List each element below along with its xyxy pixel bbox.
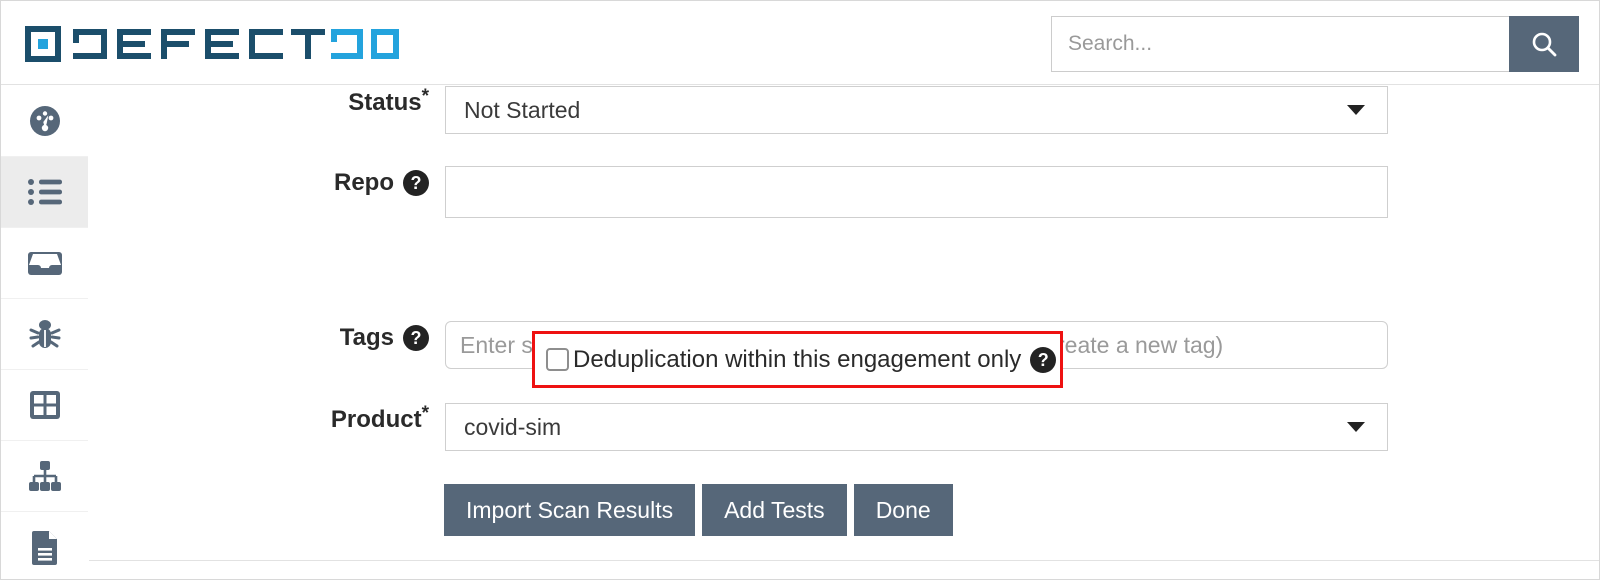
left-sidebar-nav	[1, 86, 88, 579]
sidebar-item-findings[interactable]	[1, 299, 88, 370]
repo-form-row: Repo ?	[89, 166, 1599, 218]
search-icon	[1532, 32, 1557, 57]
product-label: Product *	[89, 403, 445, 437]
sidebar-item-list[interactable]	[1, 157, 88, 228]
sidebar-item-grid[interactable]	[1, 370, 88, 441]
deduplication-checkbox[interactable]	[546, 348, 569, 371]
status-field: Not Started	[445, 86, 1388, 134]
status-label-text: Status	[348, 89, 422, 116]
status-label: Status *	[89, 86, 445, 120]
sidebar-item-dashboard[interactable]	[1, 86, 88, 157]
defectdojo-engagement-form-page: Status* Not Started Repo ? Tags	[0, 0, 1600, 580]
bug-icon	[29, 320, 60, 348]
repo-label-text: Repo	[334, 169, 394, 196]
form-action-buttons: Import Scan Results Add Tests Done	[444, 484, 953, 536]
engagement-form: Status * Not Started Repo ? Tags ? Enter…	[89, 86, 1599, 579]
defectdojo-logo-mark	[25, 26, 399, 62]
add-tests-button[interactable]: Add Tests	[702, 484, 847, 536]
search-input[interactable]	[1051, 16, 1509, 72]
sidebar-item-reports[interactable]	[1, 512, 88, 579]
top-header-bar	[1, 1, 1599, 85]
repo-input[interactable]	[445, 166, 1388, 218]
tags-label: Tags ?	[89, 321, 445, 355]
import-scan-results-button[interactable]: Import Scan Results	[444, 484, 696, 536]
document-icon	[31, 531, 57, 565]
help-icon[interactable]: ?	[403, 170, 429, 196]
help-icon[interactable]: ?	[1030, 346, 1057, 373]
content-bottom-divider	[89, 560, 1599, 561]
tags-label-text: Tags	[339, 324, 394, 351]
required-marker: *	[421, 85, 429, 107]
sidebar-item-hierarchy[interactable]	[1, 441, 88, 512]
chevron-down-icon	[1347, 105, 1365, 115]
deduplication-label: Deduplication within this engagement onl…	[573, 345, 1022, 373]
status-select[interactable]: Not Started	[445, 86, 1388, 134]
deduplication-highlight-box: Deduplication within this engagement onl…	[532, 331, 1063, 388]
product-form-row: Product * covid-sim	[89, 403, 1599, 451]
repo-label: Repo ?	[89, 166, 445, 200]
inbox-icon	[27, 252, 62, 275]
grid-table-icon	[29, 391, 60, 419]
defectdojo-logo[interactable]	[25, 25, 400, 63]
status-selected-value: Not Started	[464, 96, 581, 123]
repo-field	[445, 166, 1388, 218]
dashboard-gauge-icon	[29, 106, 60, 136]
global-search	[1051, 16, 1579, 72]
product-label-text: Product	[330, 406, 422, 433]
required-marker: *	[421, 402, 429, 424]
chevron-down-icon	[1347, 422, 1365, 432]
sitemap-icon	[28, 461, 61, 491]
product-select[interactable]: covid-sim	[445, 403, 1388, 451]
help-icon[interactable]: ?	[403, 325, 429, 351]
status-form-row: Status * Not Started	[89, 86, 1599, 134]
done-button[interactable]: Done	[853, 484, 953, 536]
sidebar-item-inbox[interactable]	[1, 228, 88, 299]
search-button[interactable]	[1509, 16, 1579, 72]
product-field: covid-sim	[445, 403, 1388, 451]
product-selected-value: covid-sim	[464, 413, 562, 440]
list-icon	[27, 179, 62, 205]
